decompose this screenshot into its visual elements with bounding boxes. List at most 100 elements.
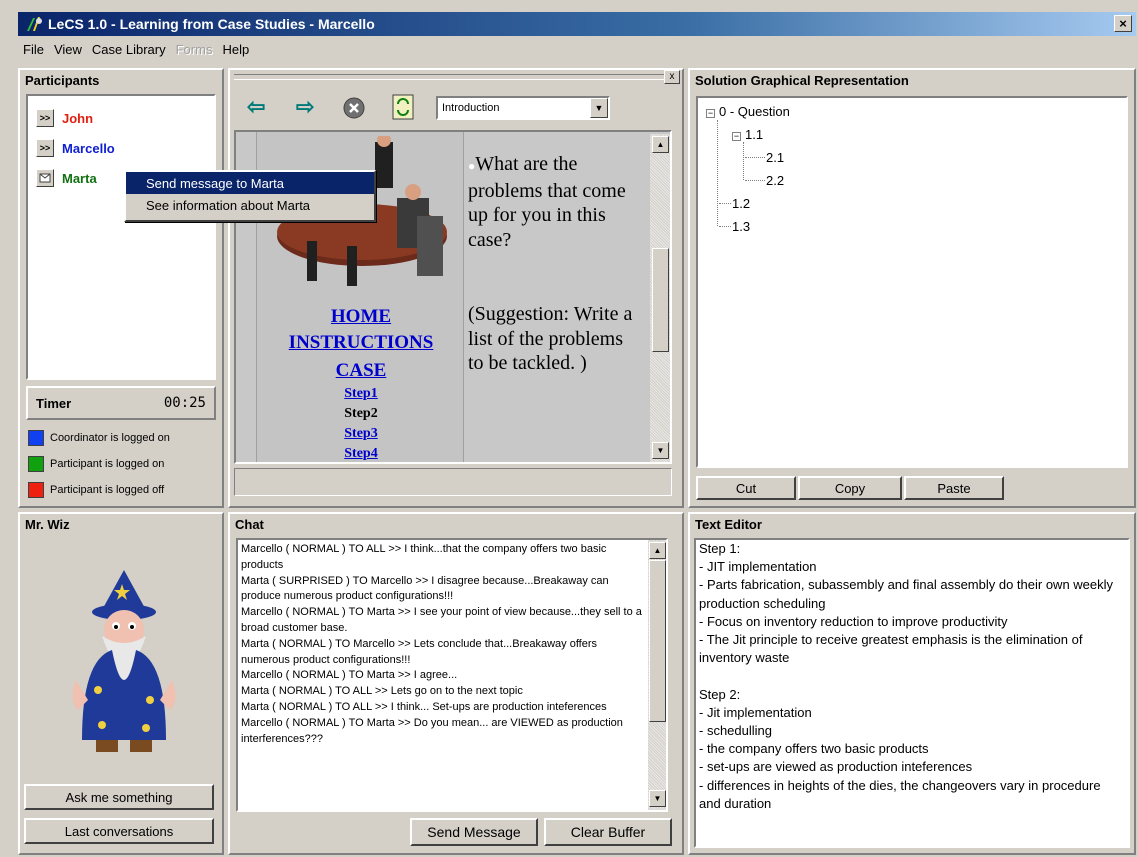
- menu-view[interactable]: View: [54, 42, 82, 57]
- grip-bar: [234, 74, 664, 80]
- participant-marta[interactable]: Marta: [36, 168, 97, 188]
- refresh-icon[interactable]: [392, 94, 414, 120]
- tree-line: [745, 157, 765, 158]
- legend-participant-off: Participant is logged off: [28, 482, 164, 498]
- tree-label: 1.1: [745, 127, 764, 142]
- window-title: LeCS 1.0 - Learning from Case Studies - …: [48, 16, 375, 32]
- link-step1[interactable]: Step1: [257, 386, 465, 402]
- scroll-up-icon[interactable]: ▲: [649, 542, 666, 559]
- menu-case-library[interactable]: Case Library: [92, 42, 166, 57]
- link-case[interactable]: CASE: [257, 358, 465, 384]
- current-step: Step2: [344, 406, 378, 421]
- editor-line: Step 1:: [699, 541, 741, 556]
- chevron-down-icon[interactable]: ▼: [590, 98, 608, 118]
- scroll-thumb[interactable]: [649, 560, 666, 722]
- chat-message: Marcello ( NORMAL ) TO ALL >> I think...…: [241, 543, 607, 571]
- tree-node-root[interactable]: −0 - Question: [706, 104, 790, 119]
- participant-john-button[interactable]: >>: [36, 109, 54, 127]
- wizard-avatar: [72, 570, 176, 752]
- legend-coordinator: Coordinator is logged on: [28, 430, 170, 446]
- tree-line: [745, 180, 765, 181]
- solution-title: Solution Graphical Representation: [695, 73, 909, 88]
- participants-list: >> John >> Marcello Marta: [26, 94, 216, 380]
- chat-messages: Marcello ( NORMAL ) TO ALL >> I think...…: [238, 540, 646, 749]
- participant-name: Marta: [62, 170, 97, 186]
- participant-marcello[interactable]: >> Marcello: [36, 138, 115, 158]
- participant-name: Marcello: [62, 140, 115, 156]
- tree-line: [719, 203, 731, 204]
- legend-participant-on: Participant is logged on: [28, 456, 164, 472]
- scroll-up-icon[interactable]: ▲: [652, 136, 669, 153]
- back-arrow-icon[interactable]: ⇦: [247, 94, 265, 120]
- editor-line: - Jit implementation: [699, 704, 812, 720]
- tree-node-1-2[interactable]: 1.2: [732, 196, 750, 211]
- link-instructions[interactable]: INSTRUCTIONS: [257, 330, 465, 356]
- menu-help[interactable]: Help: [222, 42, 249, 57]
- solution-tree[interactable]: −0 - Question −1.1 2.1 2.2 1.2 1.3: [696, 96, 1128, 468]
- legend-swatch: [28, 482, 44, 498]
- editor-line: - The Jit principle to receive greatest …: [699, 632, 1083, 666]
- last-conversations-button[interactable]: Last conversations: [24, 818, 214, 844]
- scroll-thumb[interactable]: [652, 248, 669, 352]
- menu-item-see-information[interactable]: See information about Marta: [126, 194, 374, 216]
- participant-marta-button[interactable]: [36, 169, 54, 187]
- legend-label: Coordinator is logged on: [50, 432, 170, 444]
- tree-line: [717, 120, 718, 226]
- editor-line: - differences in heights of the dies, th…: [699, 777, 1101, 811]
- timer-label: Timer: [36, 395, 72, 411]
- participant-name: John: [62, 110, 94, 126]
- chat-message: Marcello ( NORMAL ) TO Marta >> Do you m…: [241, 716, 623, 745]
- link-step4[interactable]: Step4: [257, 446, 465, 462]
- menu-file[interactable]: File: [23, 42, 44, 57]
- chat-title: Chat: [235, 517, 264, 532]
- tree-node-1-3[interactable]: 1.3: [732, 219, 750, 234]
- message-icon: [39, 173, 51, 183]
- editor-line: - Focus on inventory reduction to improv…: [699, 613, 1008, 629]
- chat-message: Marta ( NORMAL ) TO ALL >> I think... Se…: [241, 700, 607, 713]
- scroll-down-icon[interactable]: ▼: [652, 442, 669, 459]
- cut-button[interactable]: Cut: [696, 476, 796, 500]
- legend-label: Participant is logged on: [50, 458, 165, 470]
- participants-panel: Participants >> John >> Marcello Marta T…: [18, 68, 224, 508]
- clear-buffer-button[interactable]: Clear Buffer: [544, 818, 672, 846]
- text-editor-area[interactable]: Step 1: - JIT implementation - Parts fab…: [694, 538, 1130, 848]
- participant-context-menu: Send message to Marta See information ab…: [124, 170, 376, 222]
- forward-arrow-icon[interactable]: ⇨: [296, 94, 314, 120]
- collapse-icon[interactable]: −: [706, 109, 715, 118]
- editor-line: - set-ups are viewed as production intef…: [699, 759, 973, 775]
- browser-close-button[interactable]: x: [664, 70, 680, 84]
- participant-john[interactable]: >> John: [36, 108, 93, 128]
- chat-message: Marta ( SURPRISED ) TO Marcello >> I dis…: [241, 574, 609, 603]
- editor-line: - schedulling: [699, 723, 772, 739]
- menu-bar: File View Case Library Forms Help: [18, 38, 1136, 60]
- legend-swatch: [28, 456, 44, 472]
- title-bar: LeCS 1.0 - Learning from Case Studies - …: [18, 12, 1136, 36]
- page-select[interactable]: Introduction ▼: [436, 96, 610, 120]
- menu-forms: Forms: [175, 41, 213, 57]
- case-question: ●What are the problems that come up for …: [468, 152, 628, 252]
- ask-me-something-button[interactable]: Ask me something: [24, 784, 214, 810]
- editor-content: Step 1: - JIT implementation - Parts fab…: [696, 540, 1128, 813]
- scroll-down-icon[interactable]: ▼: [649, 790, 666, 807]
- stop-icon[interactable]: [342, 96, 366, 120]
- send-message-button[interactable]: Send Message: [410, 818, 538, 846]
- link-home[interactable]: HOME: [257, 304, 465, 330]
- tree-node-2-1[interactable]: 2.1: [766, 150, 784, 165]
- participant-marcello-button[interactable]: >>: [36, 139, 54, 157]
- app-logo-icon: [27, 17, 42, 31]
- tree-node-2-2[interactable]: 2.2: [766, 173, 784, 188]
- editor-line: - JIT implementation: [699, 559, 817, 575]
- menu-item-send-message[interactable]: Send message to Marta: [126, 172, 374, 194]
- collapse-icon[interactable]: −: [732, 132, 741, 141]
- window-close-button[interactable]: ×: [1114, 15, 1132, 32]
- legend-swatch: [28, 430, 44, 446]
- legend-label: Participant is logged off: [50, 484, 165, 496]
- link-step3[interactable]: Step3: [257, 426, 465, 442]
- case-suggestion: (Suggestion: Write a list of the problem…: [468, 303, 633, 375]
- editor-line: - Parts fabrication, subassembly and fin…: [699, 577, 1114, 611]
- copy-button[interactable]: Copy: [798, 476, 902, 500]
- paste-button[interactable]: Paste: [904, 476, 1004, 500]
- chat-log[interactable]: Marcello ( NORMAL ) TO ALL >> I think...…: [236, 538, 668, 812]
- tree-node-1-1[interactable]: −1.1: [732, 127, 763, 142]
